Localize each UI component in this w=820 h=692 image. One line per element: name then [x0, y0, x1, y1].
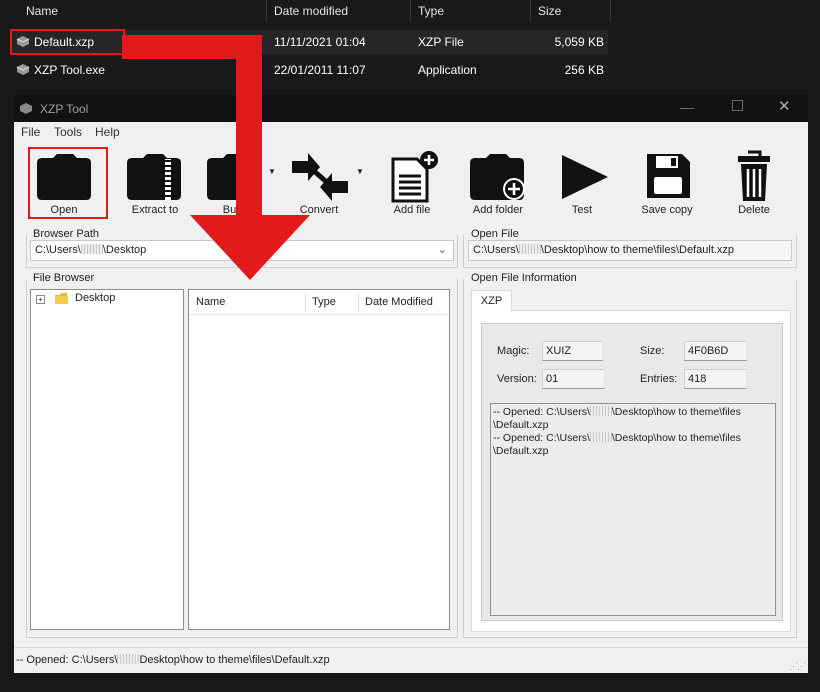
- red-arrow-annotation: [122, 35, 310, 280]
- tab-xzp[interactable]: XZP: [471, 290, 512, 311]
- arrow-icon: [122, 35, 310, 280]
